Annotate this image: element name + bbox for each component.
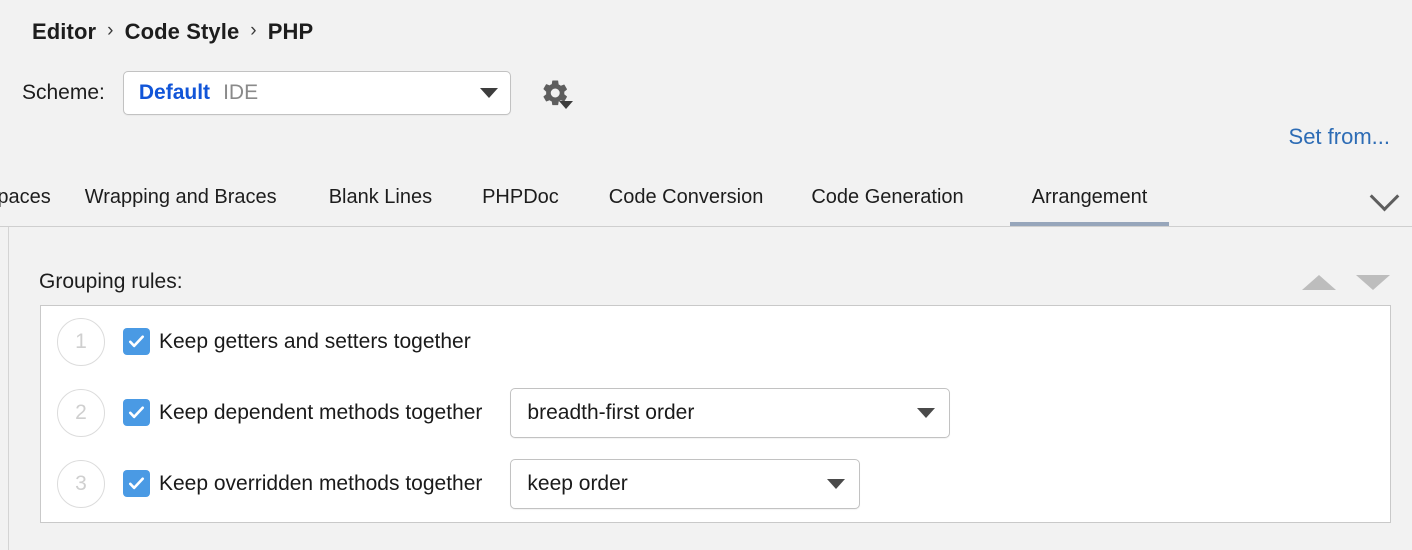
tab-code-generation[interactable]: Code Generation — [811, 174, 1009, 226]
table-row[interactable]: 1 Keep getters and setters together — [41, 306, 1390, 377]
table-row[interactable]: 2 Keep dependent methods together breadt… — [41, 377, 1390, 448]
check-icon — [128, 406, 145, 419]
rule-index-badge: 3 — [57, 459, 105, 508]
scheme-select-scope: IDE — [223, 81, 259, 104]
check-icon — [128, 477, 145, 490]
breadcrumb-separator-icon: › — [107, 20, 114, 41]
rule-checkbox[interactable] — [123, 470, 150, 497]
rule-label: Keep dependent methods together — [159, 400, 483, 424]
tab-spaces[interactable]: Spaces — [0, 174, 85, 226]
scheme-row: Scheme: Default IDE — [22, 70, 575, 116]
tab-phpdoc[interactable]: PHPDoc — [482, 174, 609, 226]
rule-order-select[interactable]: keep order — [510, 458, 861, 509]
move-rule-up-button[interactable] — [1292, 265, 1346, 299]
chevron-down-icon — [1369, 181, 1399, 211]
scheme-settings-button[interactable] — [535, 73, 575, 113]
breadcrumb-item-php: PHP — [267, 19, 314, 44]
gear-dropdown-caret-icon — [558, 101, 573, 109]
move-rule-down-button[interactable] — [1346, 265, 1400, 299]
arrangement-panel: Grouping rules: 1 Keep getters and sette… — [8, 227, 1412, 550]
tab-overflow-button[interactable] — [1356, 174, 1412, 226]
chevron-down-icon — [479, 88, 498, 98]
scheme-select-value: Default — [138, 81, 211, 104]
rule-checkbox[interactable] — [123, 328, 150, 355]
rule-order-select-value: breadth-first order — [527, 400, 695, 424]
scheme-label: Scheme: — [22, 81, 105, 104]
grouping-rules-header: Grouping rules: — [39, 265, 1400, 299]
breadcrumb-item-code-style[interactable]: Code Style — [125, 19, 240, 45]
tab-label: Code Conversion — [608, 186, 764, 208]
rule-label: Keep getters and setters together — [159, 329, 471, 353]
set-from-link[interactable]: Set from... — [1289, 124, 1390, 150]
chevron-down-icon — [917, 407, 936, 418]
tab-wrapping-and-braces[interactable]: Wrapping and Braces — [85, 174, 329, 226]
tab-label: Spaces — [0, 186, 51, 208]
tab-label: Arrangement — [1031, 186, 1148, 208]
grouping-rules-list: 1 Keep getters and setters together 2 Ke… — [40, 305, 1391, 523]
tab-arrangement[interactable]: Arrangement — [1009, 174, 1170, 226]
rule-checkbox[interactable] — [123, 399, 150, 426]
check-icon — [128, 335, 145, 348]
breadcrumb: Editor › Code Style › PHP — [32, 16, 313, 48]
breadcrumb-item-editor[interactable]: Editor — [32, 19, 96, 45]
tab-bar: Spaces Wrapping and Braces Blank Lines P… — [0, 174, 1412, 226]
tab-label: PHPDoc — [482, 186, 559, 208]
chevron-down-icon — [827, 478, 846, 489]
grouping-rules-title: Grouping rules: — [39, 270, 183, 293]
rule-index-badge: 1 — [57, 317, 105, 366]
scheme-select[interactable]: Default IDE — [122, 71, 511, 115]
tab-strip: Spaces Wrapping and Braces Blank Lines P… — [0, 174, 1356, 226]
table-row[interactable]: 3 Keep overridden methods together keep … — [41, 448, 1390, 519]
tab-label: Code Generation — [811, 186, 964, 208]
tab-blank-lines[interactable]: Blank Lines — [329, 174, 482, 226]
rule-index-badge: 2 — [57, 388, 105, 437]
triangle-up-icon — [1302, 274, 1336, 290]
rule-order-select[interactable]: breadth-first order — [510, 387, 951, 438]
breadcrumb-separator-icon: › — [250, 20, 257, 41]
rule-order-select-value: keep order — [527, 471, 628, 495]
tab-label: Wrapping and Braces — [84, 186, 277, 208]
rule-label: Keep overridden methods together — [159, 471, 483, 495]
triangle-down-icon — [1356, 274, 1390, 290]
tab-label: Blank Lines — [328, 186, 433, 208]
tab-code-conversion[interactable]: Code Conversion — [609, 174, 812, 226]
